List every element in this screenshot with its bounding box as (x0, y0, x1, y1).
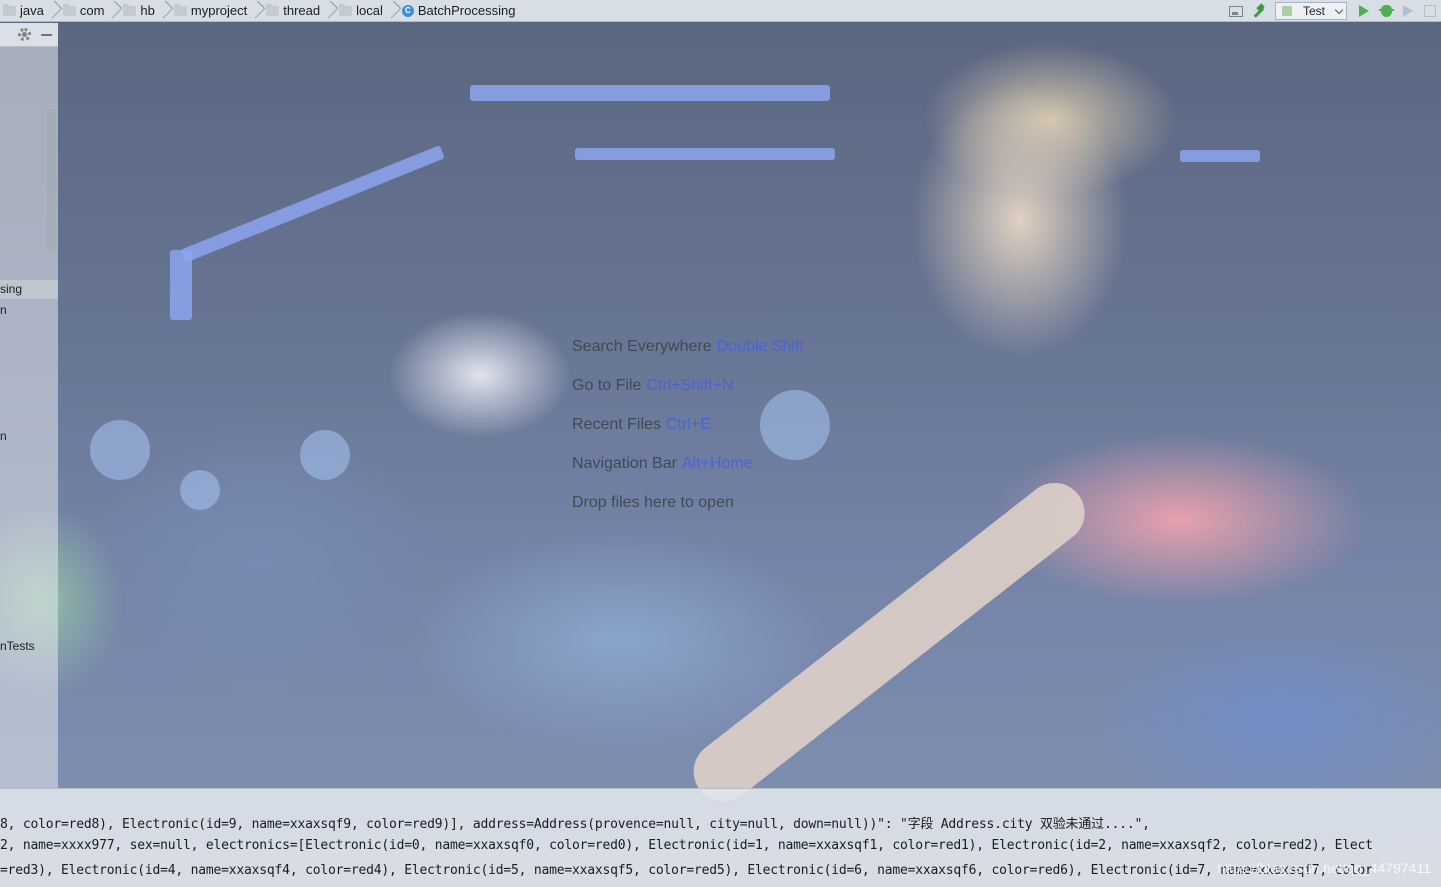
minimize-icon[interactable] (41, 33, 52, 36)
breadcrumb-hb[interactable]: hb (120, 0, 170, 22)
breadcrumb-thread[interactable]: thread (263, 0, 336, 22)
hint-shortcut: Ctrl+E (665, 416, 711, 433)
breadcrumb-label: local (356, 3, 383, 18)
editor-area[interactable]: Search Everywhere Double Shift Go to File… (58, 23, 1441, 788)
chevron-right-icon (48, 0, 56, 22)
hint-text: Go to File (572, 377, 642, 394)
watermark: https://blog.csdn.net/qq_44797411 (1217, 860, 1431, 876)
breadcrumb-myproject[interactable]: myproject (171, 0, 263, 22)
hint-text: Navigation Bar (572, 455, 677, 472)
console-line: 8, color=red8), Electronic(id=9, name=xx… (0, 817, 1150, 832)
breadcrumb-batchprocessing[interactable]: C BatchProcessing (399, 0, 520, 22)
run-configuration-label: Test (1302, 4, 1325, 18)
breadcrumb-label: com (79, 3, 105, 18)
tree-item[interactable]: sing (0, 280, 58, 299)
chevron-down-icon (1334, 5, 1344, 14)
run-configuration-select[interactable]: Test (1275, 2, 1347, 20)
hint-text: Drop files here to open (572, 494, 734, 511)
stop-button[interactable] (1419, 0, 1441, 22)
hint-shortcut: Ctrl+Shift+N (646, 377, 734, 394)
hint-navigation-bar: Navigation Bar Alt+Home (572, 453, 804, 492)
class-icon: C (401, 4, 414, 17)
hammer-icon (1252, 5, 1264, 17)
coverage-icon (1403, 5, 1413, 17)
folder-icon (123, 3, 137, 16)
navigation-bar: java com hb myproject thread local C Bat… (0, 0, 1441, 22)
console-line: =red3), Electronic(id=4, name=xxaxsqf4, … (0, 863, 1373, 878)
run-button[interactable] (1353, 0, 1375, 22)
gear-icon[interactable] (18, 28, 31, 41)
tree-item[interactable]: nTests (0, 637, 58, 656)
chevron-right-icon (159, 0, 167, 22)
hint-shortcut: Double Shift (716, 338, 804, 355)
play-icon (1359, 5, 1369, 17)
breadcrumb-label: java (20, 3, 44, 18)
layout-button[interactable] (1225, 0, 1247, 22)
breadcrumb-label: myproject (190, 3, 248, 18)
tree-item[interactable]: n (0, 301, 58, 320)
editor-empty-hints: Search Everywhere Double Shift Go to File… (572, 336, 804, 531)
build-button[interactable] (1247, 0, 1269, 22)
breadcrumb-label: thread (283, 3, 321, 18)
folder-icon (62, 3, 76, 16)
chevron-right-icon (108, 0, 116, 22)
console-line: 2, name=xxxx977, sex=null, electronics=[… (0, 838, 1373, 853)
bug-icon (1378, 5, 1394, 17)
hint-search-everywhere: Search Everywhere Double Shift (572, 336, 804, 375)
hint-text: Search Everywhere (572, 338, 712, 355)
chevron-right-icon (387, 0, 395, 22)
hint-text: Recent Files (572, 416, 661, 433)
breadcrumb-java[interactable]: java (0, 0, 60, 22)
hint-go-to-file: Go to File Ctrl+Shift+N (572, 375, 804, 414)
debug-button[interactable] (1375, 0, 1397, 22)
folder-icon (339, 3, 353, 16)
folder-icon (3, 3, 16, 16)
toolbar: Test (1225, 0, 1441, 22)
project-panel: sing n n nTests (0, 23, 58, 788)
breadcrumb-com[interactable]: com (60, 0, 121, 22)
chevron-right-icon (251, 0, 259, 22)
hint-drop-files: Drop files here to open (572, 492, 804, 531)
console-output[interactable]: 8, color=red8), Electronic(id=9, name=xx… (0, 788, 1441, 887)
junit-icon (1282, 6, 1292, 16)
stop-icon (1424, 5, 1436, 17)
folder-icon (173, 3, 187, 16)
breadcrumb-local[interactable]: local (336, 0, 399, 22)
project-panel-header (0, 23, 58, 47)
layout-icon (1229, 5, 1243, 17)
hint-recent-files: Recent Files Ctrl+E (572, 414, 804, 453)
hint-shortcut: Alt+Home (681, 455, 753, 472)
tree-item[interactable]: n (0, 427, 58, 446)
scrollbar[interactable] (47, 109, 56, 249)
folder-icon (266, 3, 280, 16)
breadcrumb-label: BatchProcessing (417, 3, 516, 18)
chevron-right-icon (324, 0, 332, 22)
run-coverage-button[interactable] (1397, 0, 1419, 22)
breadcrumb-label: hb (140, 3, 155, 18)
